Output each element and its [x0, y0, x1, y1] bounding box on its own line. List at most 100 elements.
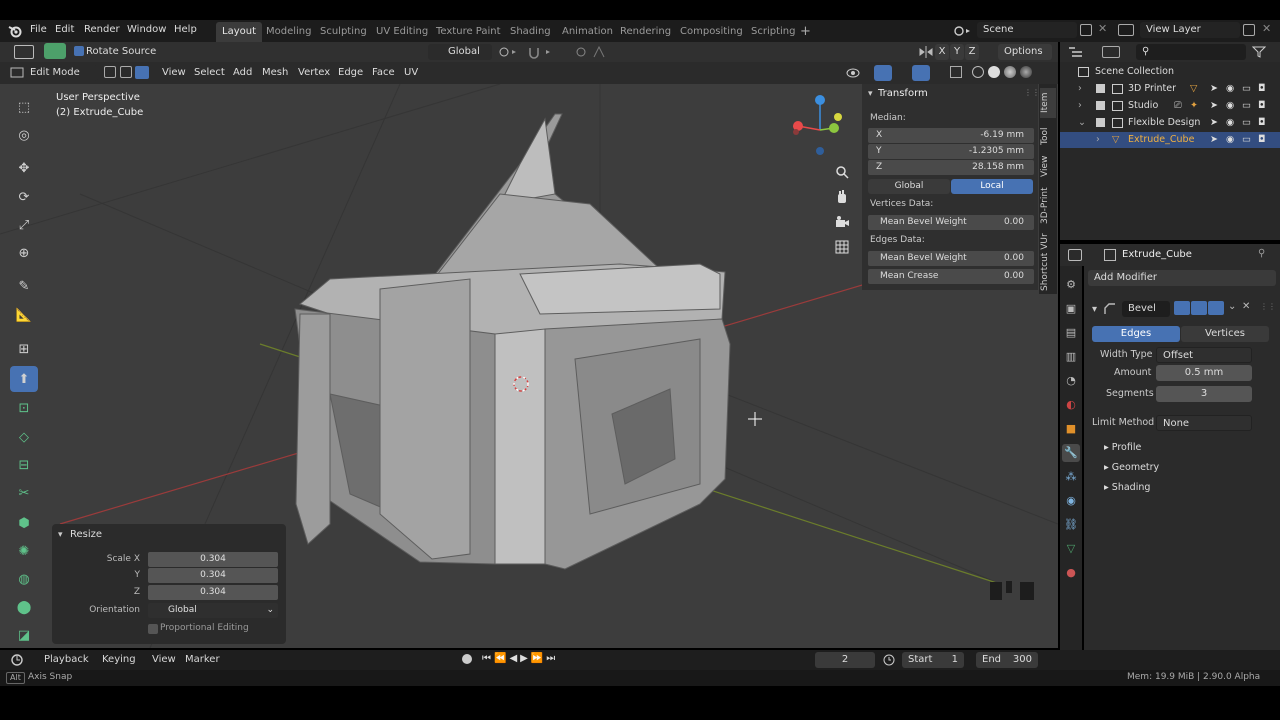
render-display-icon[interactable]: [1208, 301, 1224, 315]
timeline-editor-icon[interactable]: [10, 653, 24, 667]
mean-crease-field[interactable]: Mean Crease 0.00: [868, 269, 1034, 284]
ortho-grid-icon[interactable]: [835, 240, 849, 254]
editor-menu-uv[interactable]: UV: [404, 67, 418, 78]
workspace-tab-rendering[interactable]: Rendering: [614, 22, 677, 42]
median-x-field[interactable]: X -6.19 mm: [868, 128, 1034, 143]
outliner-row-extrude-cube[interactable]: › ▽ Extrude_Cube ➤ ◉ ▭ ◘: [1060, 132, 1280, 148]
poly-build-icon[interactable]: ⬢: [10, 510, 38, 536]
extrude-region-icon[interactable]: ⬆: [10, 366, 38, 392]
record-icon[interactable]: [462, 654, 472, 664]
editor-type-icon[interactable]: [10, 66, 24, 78]
editor-menu-view[interactable]: View: [162, 67, 186, 78]
monitor-icon[interactable]: ▭: [1242, 132, 1251, 148]
modifier-expand-icon[interactable]: ▾: [1092, 304, 1097, 315]
scale-icon[interactable]: ⤢: [10, 212, 38, 238]
profile-subpanel[interactable]: ▸ Profile: [1104, 442, 1141, 453]
snapping-icon[interactable]: [526, 45, 566, 59]
output-icon[interactable]: ▤: [1062, 324, 1080, 342]
menu-help[interactable]: Help: [174, 20, 197, 40]
measure-icon[interactable]: 📐: [10, 302, 38, 328]
transform-icon[interactable]: ⊕: [10, 240, 38, 266]
vertex-bevel-weight-field[interactable]: Mean Bevel Weight 0.00: [868, 215, 1034, 230]
viewport-display-icon[interactable]: [1191, 301, 1207, 315]
modifier-menu-chevron-icon[interactable]: ⌄: [1228, 301, 1236, 312]
median-y-field[interactable]: Y -1.2305 mm: [868, 144, 1034, 159]
mirror-x-button[interactable]: X: [935, 44, 949, 60]
scene-selector[interactable]: Scene: [977, 22, 1077, 38]
shrink-fatten-icon[interactable]: ⬤: [10, 594, 38, 620]
zoom-icon[interactable]: [835, 165, 849, 179]
editor-menu-select[interactable]: Select: [194, 67, 225, 78]
workspace-tab-scripting[interactable]: Scripting: [745, 22, 801, 42]
edges-tab[interactable]: Edges: [1092, 326, 1180, 342]
monitor-icon[interactable]: ▭: [1242, 81, 1251, 97]
bevel-icon[interactable]: ◇: [10, 424, 38, 450]
pan-hand-icon[interactable]: [835, 190, 849, 204]
material-shading-icon[interactable]: [1004, 66, 1016, 78]
orientation-dropdown[interactable]: Global ⌄: [148, 603, 278, 618]
shading-subpanel[interactable]: ▸ Shading: [1104, 482, 1150, 493]
object-data-icon[interactable]: ▽: [1062, 540, 1080, 558]
end-frame-field[interactable]: End 300: [976, 652, 1038, 668]
width-type-dropdown[interactable]: Offset: [1156, 347, 1252, 363]
collapse-arrow-icon[interactable]: ▾: [868, 89, 873, 99]
world-icon[interactable]: ◐: [1062, 396, 1080, 414]
outliner-row-flexible-design[interactable]: ⌄ Flexible Design ➤ ◉ ▭ ◘: [1060, 115, 1280, 131]
keying-menu[interactable]: Keying: [102, 654, 136, 665]
monitor-icon[interactable]: ▭: [1242, 98, 1251, 114]
scale-x-field[interactable]: 0.304: [148, 552, 278, 567]
select-cursor-icon[interactable]: ➤: [1210, 115, 1218, 131]
nav-gizmo[interactable]: [793, 95, 842, 155]
workspace-tab-texture-paint[interactable]: Texture Paint: [430, 22, 507, 42]
solid-shading-icon[interactable]: [988, 66, 1000, 78]
physics-icon[interactable]: ◉: [1062, 492, 1080, 510]
remove-view-layer-icon[interactable]: ✕: [1262, 22, 1271, 35]
new-view-layer-icon[interactable]: [1243, 24, 1255, 36]
camera-icon[interactable]: ◘: [1258, 81, 1266, 97]
drag-handle-icon[interactable]: ⋮⋮: [1024, 88, 1040, 97]
view-menu[interactable]: View: [152, 654, 176, 665]
local-toggle[interactable]: Local: [951, 179, 1033, 194]
checkbox-icon[interactable]: [1096, 118, 1105, 127]
edge-select-mode-icon[interactable]: [120, 66, 132, 78]
scene-icon[interactable]: [953, 24, 973, 38]
menu-edit[interactable]: Edit: [55, 20, 74, 40]
display-mode-icon[interactable]: [1102, 46, 1120, 58]
object-icon[interactable]: ■: [1062, 420, 1080, 438]
mode-dropdown[interactable]: Edit Mode: [24, 65, 98, 81]
amount-field[interactable]: 0.5 mm: [1156, 365, 1252, 381]
expand-arrow-icon[interactable]: ›: [1096, 132, 1100, 148]
checkbox-icon[interactable]: [1096, 101, 1105, 110]
options-dropdown[interactable]: Options: [998, 44, 1052, 60]
editor-menu-mesh[interactable]: Mesh: [262, 67, 288, 78]
tab-shortcut-vur[interactable]: Shortcut VUr: [1040, 232, 1056, 292]
loop-cut-icon[interactable]: ⊟: [10, 452, 38, 478]
wireframe-shading-icon[interactable]: [972, 66, 984, 78]
scale-z-field[interactable]: 0.304: [148, 585, 278, 600]
edit-mode-display-icon[interactable]: [1174, 301, 1190, 315]
scale-y-field[interactable]: 0.304: [148, 568, 278, 583]
pin-icon[interactable]: ⚲: [1258, 248, 1265, 259]
marker-menu[interactable]: Marker: [185, 654, 220, 665]
remove-modifier-icon[interactable]: ✕: [1242, 301, 1250, 312]
limit-method-dropdown[interactable]: None: [1156, 415, 1252, 431]
proportional-editing-checkbox[interactable]: [148, 624, 158, 634]
start-frame-field[interactable]: Start 1: [902, 652, 964, 668]
material-icon[interactable]: ●: [1062, 564, 1080, 582]
mirror-icon[interactable]: [918, 45, 934, 59]
workspace-tab-modeling[interactable]: Modeling: [260, 22, 318, 42]
view-layer-icon[interactable]: ▥: [1062, 348, 1080, 366]
playback-menu[interactable]: Playback: [44, 654, 89, 665]
workspace-tab-layout[interactable]: Layout: [216, 22, 262, 42]
cursor-icon[interactable]: ◎: [10, 122, 38, 148]
add-cube-icon[interactable]: ⊞: [10, 336, 38, 362]
proportional-editing-icon[interactable]: [574, 45, 614, 59]
camera-view-icon[interactable]: [835, 215, 849, 229]
select-cursor-icon[interactable]: ➤: [1210, 81, 1218, 97]
tab-view[interactable]: View: [1040, 152, 1056, 180]
eye-icon[interactable]: ◉: [1226, 81, 1234, 97]
select-box-icon[interactable]: [14, 45, 34, 59]
workspace-tab-sculpting[interactable]: Sculpting: [314, 22, 373, 42]
menu-file[interactable]: File: [30, 20, 47, 40]
add-modifier-dropdown[interactable]: Add Modifier: [1088, 270, 1276, 286]
